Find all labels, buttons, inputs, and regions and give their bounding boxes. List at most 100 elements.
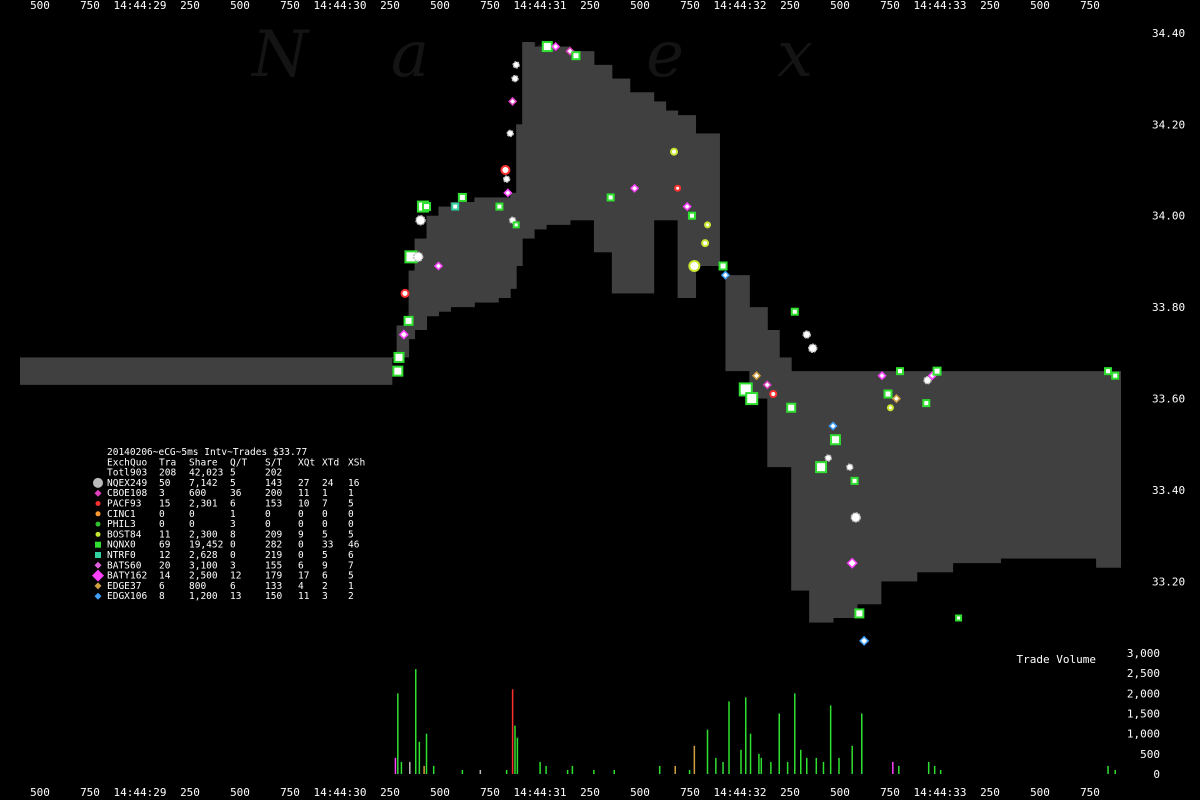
time-axis-top: 500 750 14:44:29 250 500 750 14:44:30 250 500 750…: [30, 0, 1100, 12]
volume-axis: 0 500 1,000 1,500 2,000 2,500 3,000: [1127, 647, 1160, 781]
time-tick-label: 250: [180, 786, 200, 799]
trade-marker-nqnx: [495, 202, 504, 211]
band-segment: [522, 42, 535, 239]
time-tick-label: 14:44:30: [314, 0, 367, 12]
trade-marker-bost: [670, 147, 679, 156]
trade-marker-bost: [701, 239, 710, 248]
trade-marker-nqex: [502, 175, 511, 183]
time-tick-label: 250: [980, 786, 1000, 799]
volume-tick-label: 2,000: [1127, 687, 1160, 700]
watermark-letter: e: [646, 18, 684, 92]
nbbo-spread-band: [20, 42, 1121, 623]
time-tick-label: 750: [1080, 786, 1100, 799]
time-tick-label: 500: [430, 786, 450, 799]
time-tick-label: 14:44:30: [314, 786, 367, 799]
trade-marker-nqnx: [606, 193, 615, 202]
time-tick-label: 14:44:33: [914, 786, 967, 799]
band-segment: [516, 124, 523, 267]
band-segment: [450, 202, 475, 308]
time-tick-label: 14:44:29: [114, 786, 167, 799]
time-tick-label: 250: [780, 786, 800, 799]
trade-marker-cboe: [508, 96, 518, 106]
trade-marker-nqnx: [896, 367, 904, 376]
trade-marker-bost: [688, 260, 701, 272]
time-tick-label: 500: [630, 0, 650, 12]
legend-cell: 150: [265, 591, 282, 602]
volume-tick-label: 2,500: [1127, 667, 1160, 680]
band-segment: [952, 371, 1001, 564]
trade-marker-nqnx: [790, 307, 799, 316]
trade-marker-nqnx: [571, 51, 581, 61]
legend-symbol-pacf: [95, 501, 101, 506]
band-segment: [1000, 371, 1049, 559]
band-segment: [510, 192, 517, 289]
time-tick-label: 250: [380, 786, 400, 799]
price-tick-label: 33.40: [1152, 484, 1185, 497]
trade-marker-nqex: [807, 343, 818, 354]
band-segment: [767, 330, 780, 468]
legend-header-cell: XSh: [348, 457, 365, 468]
band-segment: [1120, 371, 1121, 568]
legend-symbol-nqnx: [95, 541, 101, 548]
watermark-letter: N: [250, 18, 310, 92]
time-tick-label: 750: [680, 786, 700, 799]
time-tick-label: 14:44:31: [514, 0, 567, 12]
time-tick-label: 750: [80, 0, 100, 12]
price-tick-label: 34.00: [1152, 210, 1185, 223]
band-segment: [833, 371, 858, 618]
trade-marker-nqex: [511, 74, 519, 83]
watermark-letter: x: [777, 18, 813, 92]
price-axis: 33.20 33.40 33.60 33.80 34.00 34.20 34.40: [1152, 27, 1185, 589]
trade-marker-nqex: [824, 454, 833, 462]
price-tick-label: 34.40: [1152, 27, 1185, 40]
legend-cell: 2: [348, 591, 354, 602]
trade-marker-ntrf: [451, 202, 460, 211]
price-tick-label: 33.60: [1152, 393, 1185, 406]
band-segment: [611, 78, 631, 294]
time-tick-label: 750: [480, 0, 500, 12]
time-tick-label: 250: [780, 0, 800, 12]
band-segment: [593, 64, 613, 253]
band-segment: [1096, 371, 1121, 568]
time-tick-label: 14:44:29: [114, 0, 167, 12]
time-tick-label: 250: [980, 0, 1000, 12]
legend-symbol-nqex: [93, 477, 103, 488]
time-tick-label: 14:44:32: [714, 0, 767, 12]
band-segment: [408, 270, 416, 340]
time-tick-label: 750: [480, 786, 500, 799]
trade-marker-edgx: [859, 635, 870, 646]
time-tick-label: 14:44:32: [714, 786, 767, 799]
volume-tick-label: 1,000: [1127, 728, 1160, 741]
volume-tick-label: 500: [1140, 748, 1160, 761]
time-tick-label: 500: [430, 0, 450, 12]
band-segment: [498, 197, 511, 298]
time-tick-label: 250: [580, 0, 600, 12]
time-axis-bottom: 500 750 14:44:29 250 500 750 14:44:30 250 500 750…: [30, 786, 1100, 799]
trade-marker-nqnx: [718, 261, 728, 271]
legend-cell: 11: [298, 591, 310, 602]
trade-marker-nqnx: [815, 461, 828, 474]
legend-symbol-edgx: [94, 592, 102, 600]
time-tick-label: 500: [230, 786, 250, 799]
trade-marker-nqnx: [457, 192, 467, 202]
volume-tick-label: 0: [1153, 768, 1160, 781]
volume-tick-label: 3,000: [1127, 647, 1160, 660]
time-tick-label: 750: [680, 0, 700, 12]
band-segment: [809, 371, 834, 623]
trade-marker-pacf: [500, 165, 511, 175]
trade-marker-nqnx: [512, 221, 520, 229]
legend-header-cell: XTd: [322, 457, 339, 468]
trade-marker-nqnx: [786, 402, 797, 413]
time-tick-label: 14:44:33: [914, 0, 967, 12]
trade-marker-nqnx: [883, 389, 893, 399]
time-tick-label: 750: [280, 0, 300, 12]
volume-tick-label: 1,500: [1127, 708, 1160, 721]
time-tick-label: 500: [230, 0, 250, 12]
legend-symbol-edge: [94, 582, 102, 590]
trade-marker-nqnx: [392, 365, 404, 377]
trade-marker-nqex: [506, 129, 514, 138]
exchange-legend: 20140206~eCG~5ms Intv~Trades $33.77Exch Q…: [92, 447, 365, 602]
volume-title: Trade Volume: [1017, 653, 1096, 666]
band-segment: [20, 357, 393, 385]
trade-marker-nqex: [412, 251, 424, 263]
